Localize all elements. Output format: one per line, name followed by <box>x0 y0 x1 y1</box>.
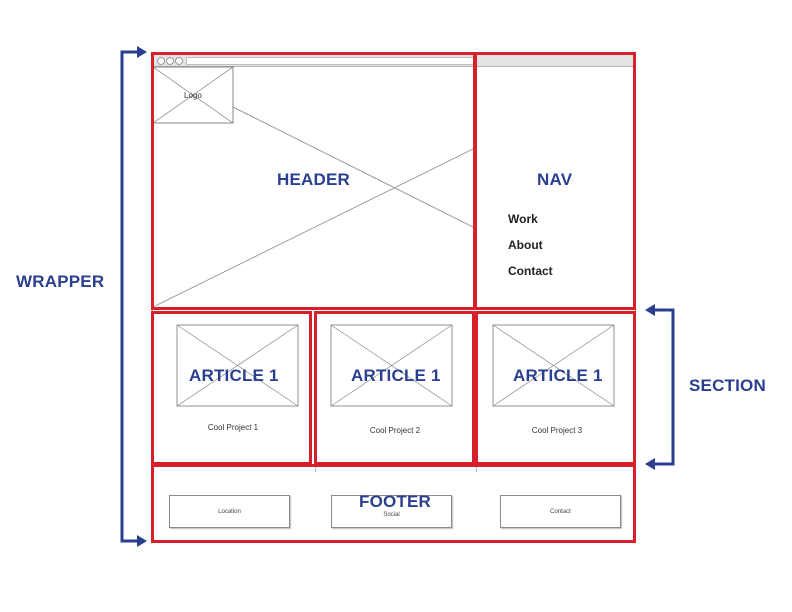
header-label: HEADER <box>277 170 350 189</box>
wrapper-arrow-bottom-icon <box>137 535 147 547</box>
wrapper-bracket <box>120 50 138 543</box>
nav-label: NAV <box>537 170 573 189</box>
section-bracket <box>655 308 675 466</box>
section-arrow-bottom-icon <box>645 458 655 470</box>
section-label: SECTION <box>689 376 766 395</box>
wrapper-label: WRAPPER <box>16 272 105 291</box>
article-label: ARTICLE 1 <box>351 366 441 385</box>
article-label: ARTICLE 1 <box>189 366 279 385</box>
article-region-3 <box>475 311 636 465</box>
section-arrow-top-icon <box>645 304 655 316</box>
article-label: ARTICLE 1 <box>513 366 603 385</box>
article-region-1 <box>151 311 312 465</box>
footer-label: FOOTER <box>359 492 432 511</box>
wrapper-arrow-top-icon <box>137 46 147 58</box>
article-region-2 <box>314 311 475 465</box>
